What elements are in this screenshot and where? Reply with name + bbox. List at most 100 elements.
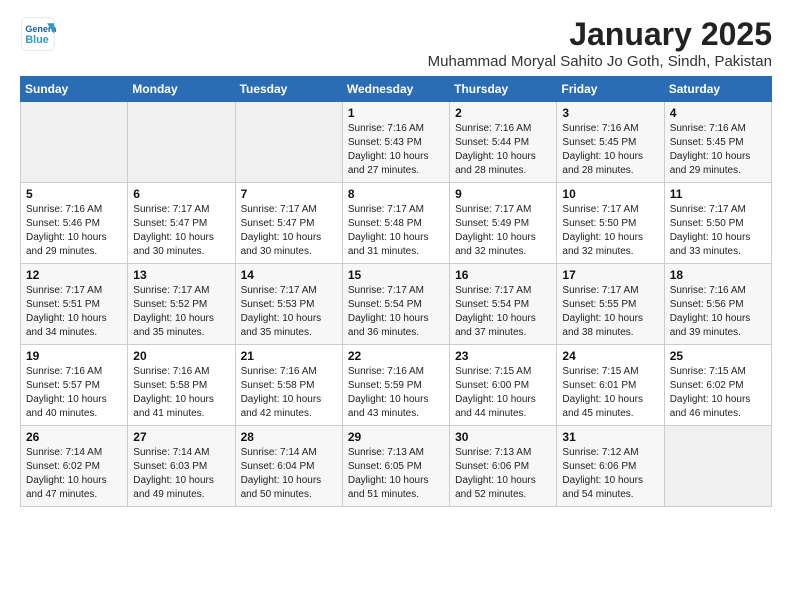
day-info: Sunrise: 7:17 AMSunset: 5:48 PMDaylight:… [348,203,444,259]
day-number: 20 [133,349,229,363]
day-info: Sunrise: 7:16 AMSunset: 5:57 PMDaylight:… [26,365,122,421]
week-row-3: 12Sunrise: 7:17 AMSunset: 5:51 PMDayligh… [21,264,772,345]
header-cell-wednesday: Wednesday [342,77,449,102]
day-cell: 25 Sunrise: 7:15 AMSunset: 6:02 PMDayligh… [664,345,771,426]
day-cell: 12Sunrise: 7:17 AMSunset: 5:51 PMDayligh… [21,264,128,345]
title-block: January 2025 Muhammad Moryal Sahito Jo G… [428,16,772,70]
day-info: Sunrise: 7:17 AMSunset: 5:55 PMDaylight:… [562,284,658,340]
day-number: 9 [455,187,551,201]
day-cell: 30Sunrise: 7:13 AMSunset: 6:06 PMDayligh… [450,426,557,507]
day-cell: 31 Sunrise: 7:12 AMSunset: 6:06 PMDayligh… [557,426,664,507]
day-number: 31 [562,430,658,444]
day-number: 14 [241,268,337,282]
day-cell: 21Sunrise: 7:16 AMSunset: 5:58 PMDayligh… [235,345,342,426]
header-cell-sunday: Sunday [21,77,128,102]
day-cell: 20 Sunrise: 7:16 AMSunset: 5:58 PMDayligh… [128,345,235,426]
day-number: 23 [455,349,551,363]
header-cell-friday: Friday [557,77,664,102]
day-info: Sunrise: 7:14 AMSunset: 6:02 PMDaylight:… [26,446,122,502]
day-cell: 5Sunrise: 7:16 AMSunset: 5:46 PMDaylight… [21,183,128,264]
calendar-body: 1 Sunrise: 7:16 AMSunset: 5:43 PMDaylight… [21,102,772,507]
day-number: 19 [26,349,122,363]
day-number: 21 [241,349,337,363]
day-cell: 9 Sunrise: 7:17 AMSunset: 5:49 PMDaylight… [450,183,557,264]
day-cell: 8 Sunrise: 7:17 AMSunset: 5:48 PMDaylight… [342,183,449,264]
day-info: Sunrise: 7:16 AMSunset: 5:56 PMDaylight:… [670,284,766,340]
day-number: 27 [133,430,229,444]
day-cell [128,102,235,183]
day-info: Sunrise: 7:16 AMSunset: 5:59 PMDaylight:… [348,365,444,421]
day-cell: 10Sunrise: 7:17 AMSunset: 5:50 PMDayligh… [557,183,664,264]
main-title: January 2025 [428,16,772,53]
day-info: Sunrise: 7:17 AMSunset: 5:54 PMDaylight:… [348,284,444,340]
day-info: Sunrise: 7:15 AMSunset: 6:01 PMDaylight:… [562,365,658,421]
day-number: 10 [562,187,658,201]
day-info: Sunrise: 7:17 AMSunset: 5:52 PMDaylight:… [133,284,229,340]
day-cell: 7 Sunrise: 7:17 AMSunset: 5:47 PMDaylight… [235,183,342,264]
day-cell: 24 Sunrise: 7:15 AMSunset: 6:01 PMDayligh… [557,345,664,426]
day-info: Sunrise: 7:16 AMSunset: 5:46 PMDaylight:… [26,203,122,259]
day-info: Sunrise: 7:17 AMSunset: 5:47 PMDaylight:… [241,203,337,259]
header-cell-tuesday: Tuesday [235,77,342,102]
day-info: Sunrise: 7:16 AMSunset: 5:45 PMDaylight:… [670,122,766,178]
day-info: Sunrise: 7:16 AMSunset: 5:43 PMDaylight:… [348,122,444,178]
svg-text:Blue: Blue [25,34,48,46]
day-number: 8 [348,187,444,201]
header-cell-thursday: Thursday [450,77,557,102]
day-number: 18 [670,268,766,282]
day-number: 25 [670,349,766,363]
day-info: Sunrise: 7:12 AMSunset: 6:06 PMDaylight:… [562,446,658,502]
page-header: General Blue January 2025 Muhammad Morya… [20,16,772,70]
day-info: Sunrise: 7:16 AMSunset: 5:44 PMDaylight:… [455,122,551,178]
day-cell: 29Sunrise: 7:13 AMSunset: 6:05 PMDayligh… [342,426,449,507]
day-number: 29 [348,430,444,444]
day-info: Sunrise: 7:13 AMSunset: 6:06 PMDaylight:… [455,446,551,502]
subtitle: Muhammad Moryal Sahito Jo Goth, Sindh, P… [428,53,772,70]
day-number: 1 [348,106,444,120]
day-cell: 14 Sunrise: 7:17 AMSunset: 5:53 PMDayligh… [235,264,342,345]
day-cell [21,102,128,183]
day-cell: 15 Sunrise: 7:17 AMSunset: 5:54 PMDayligh… [342,264,449,345]
day-number: 26 [26,430,122,444]
day-info: Sunrise: 7:17 AMSunset: 5:53 PMDaylight:… [241,284,337,340]
day-info: Sunrise: 7:16 AMSunset: 5:45 PMDaylight:… [562,122,658,178]
calendar-header: SundayMondayTuesdayWednesdayThursdayFrid… [21,77,772,102]
day-info: Sunrise: 7:17 AMSunset: 5:47 PMDaylight:… [133,203,229,259]
day-info: Sunrise: 7:16 AMSunset: 5:58 PMDaylight:… [133,365,229,421]
day-cell: 13 Sunrise: 7:17 AMSunset: 5:52 PMDayligh… [128,264,235,345]
day-info: Sunrise: 7:15 AMSunset: 6:02 PMDaylight:… [670,365,766,421]
day-number: 22 [348,349,444,363]
day-info: Sunrise: 7:17 AMSunset: 5:51 PMDaylight:… [26,284,122,340]
day-info: Sunrise: 7:15 AMSunset: 6:00 PMDaylight:… [455,365,551,421]
day-cell [664,426,771,507]
header-cell-monday: Monday [128,77,235,102]
day-number: 4 [670,106,766,120]
logo: General Blue [20,16,56,52]
day-number: 28 [241,430,337,444]
day-number: 3 [562,106,658,120]
week-row-2: 5Sunrise: 7:16 AMSunset: 5:46 PMDaylight… [21,183,772,264]
day-cell [235,102,342,183]
day-info: Sunrise: 7:14 AMSunset: 6:03 PMDaylight:… [133,446,229,502]
day-number: 13 [133,268,229,282]
day-number: 17 [562,268,658,282]
day-cell: 28 Sunrise: 7:14 AMSunset: 6:04 PMDayligh… [235,426,342,507]
day-cell: 3 Sunrise: 7:16 AMSunset: 5:45 PMDaylight… [557,102,664,183]
day-cell: 26 Sunrise: 7:14 AMSunset: 6:02 PMDayligh… [21,426,128,507]
day-cell: 19 Sunrise: 7:16 AMSunset: 5:57 PMDayligh… [21,345,128,426]
week-row-1: 1 Sunrise: 7:16 AMSunset: 5:43 PMDaylight… [21,102,772,183]
day-info: Sunrise: 7:17 AMSunset: 5:54 PMDaylight:… [455,284,551,340]
calendar-table: SundayMondayTuesdayWednesdayThursdayFrid… [20,76,772,507]
day-info: Sunrise: 7:14 AMSunset: 6:04 PMDaylight:… [241,446,337,502]
header-cell-saturday: Saturday [664,77,771,102]
day-cell: 17 Sunrise: 7:17 AMSunset: 5:55 PMDayligh… [557,264,664,345]
day-number: 15 [348,268,444,282]
day-info: Sunrise: 7:17 AMSunset: 5:49 PMDaylight:… [455,203,551,259]
day-number: 11 [670,187,766,201]
logo-icon: General Blue [20,16,56,52]
day-number: 6 [133,187,229,201]
day-number: 7 [241,187,337,201]
day-cell: 2Sunrise: 7:16 AMSunset: 5:44 PMDaylight… [450,102,557,183]
day-number: 24 [562,349,658,363]
day-cell: 18 Sunrise: 7:16 AMSunset: 5:56 PMDayligh… [664,264,771,345]
